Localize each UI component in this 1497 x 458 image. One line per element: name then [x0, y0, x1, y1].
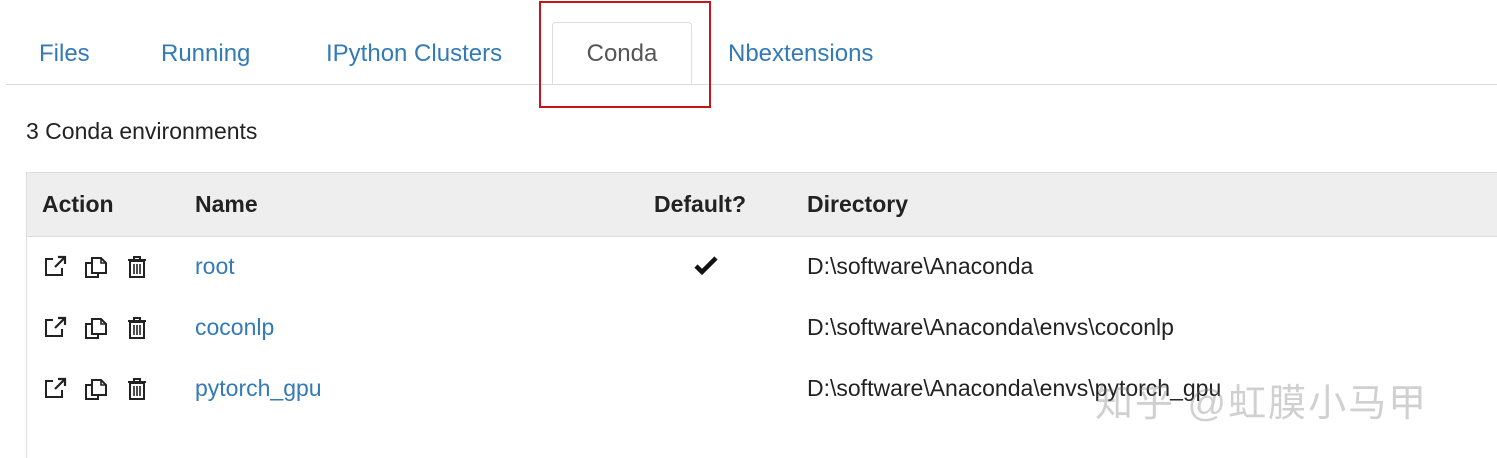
- trash-icon[interactable]: [123, 254, 151, 280]
- tab-files[interactable]: Files: [39, 22, 90, 83]
- checkmark-icon: [693, 254, 719, 278]
- table-header: Action Name Default? Directory: [27, 173, 1497, 237]
- environments-table: Action Name Default? Directory root D:\s…: [26, 172, 1497, 458]
- tab-nbextensions[interactable]: Nbextensions: [728, 22, 873, 83]
- header-name: Name: [195, 191, 258, 217]
- table-row: coconlp D:\software\Anaconda\envs\coconl…: [27, 297, 1497, 358]
- clone-icon[interactable]: [82, 315, 110, 341]
- export-icon[interactable]: [41, 254, 69, 280]
- export-icon[interactable]: [41, 376, 69, 402]
- table-row: root D:\software\Anaconda: [27, 236, 1497, 297]
- environment-count: 3 Conda environments: [26, 118, 258, 144]
- export-icon[interactable]: [41, 315, 69, 341]
- header-action: Action: [42, 191, 114, 217]
- header-directory: Directory: [807, 191, 908, 217]
- tab-conda[interactable]: Conda: [552, 22, 692, 84]
- clone-icon[interactable]: [82, 376, 110, 402]
- env-directory: D:\software\Anaconda\envs\pytorch_gpu: [807, 375, 1222, 401]
- env-directory: D:\software\Anaconda: [807, 253, 1034, 279]
- clone-icon[interactable]: [82, 254, 110, 280]
- row-actions: [41, 376, 151, 402]
- row-actions: [41, 254, 151, 280]
- conda-page: Files Running IPython Clusters Conda Nbe…: [0, 0, 1497, 458]
- env-name-link[interactable]: coconlp: [195, 297, 274, 358]
- env-name-link[interactable]: root: [195, 236, 235, 297]
- tab-running[interactable]: Running: [161, 22, 250, 83]
- env-name-link[interactable]: pytorch_gpu: [195, 358, 322, 419]
- header-default: Default?: [654, 191, 746, 217]
- table-row: pytorch_gpu D:\software\Anaconda\envs\py…: [27, 358, 1497, 419]
- tab-bar: Files Running IPython Clusters Conda Nbe…: [6, 0, 1497, 85]
- trash-icon[interactable]: [123, 315, 151, 341]
- trash-icon[interactable]: [123, 376, 151, 402]
- row-actions: [41, 315, 151, 341]
- env-directory: D:\software\Anaconda\envs\coconlp: [807, 314, 1174, 340]
- tab-ipython-clusters[interactable]: IPython Clusters: [326, 22, 502, 83]
